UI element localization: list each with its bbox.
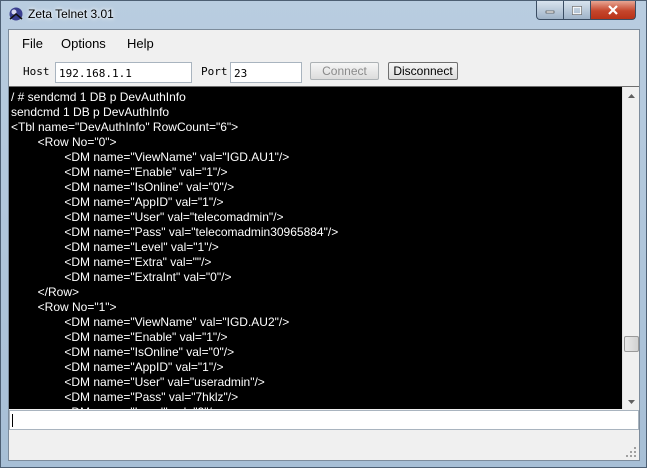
terminal-line: <DM name="Level" val="1"/> [11, 240, 219, 254]
terminal-line: </Row> [11, 285, 80, 299]
host-label: Host [23, 65, 50, 78]
menu-options[interactable]: Options [61, 36, 106, 51]
vertical-scrollbar[interactable] [622, 87, 639, 409]
resize-grip-icon[interactable] [625, 446, 637, 458]
terminal-lines: / # sendcmd 1 DB p DevAuthInfo sendcmd 1 … [11, 90, 621, 409]
disconnect-button[interactable]: Disconnect [388, 62, 458, 80]
scroll-up-button[interactable] [623, 87, 639, 104]
minimize-button[interactable] [536, 1, 564, 20]
text-caret [12, 414, 13, 427]
terminal-line: <DM name="Pass" val="7hklz"/> [11, 390, 239, 404]
terminal-line: <DM name="IsOnline" val="0"/> [11, 345, 235, 359]
menu-help[interactable]: Help [127, 36, 154, 51]
window-title: Zeta Telnet 3.01 [28, 7, 114, 21]
close-icon [608, 5, 618, 15]
terminal-line: <Row No="0"> [11, 135, 117, 149]
close-button[interactable] [590, 1, 636, 20]
port-label: Port [201, 65, 228, 78]
status-bar [9, 432, 639, 460]
terminal-line: <DM name="Enable" val="1"/> [11, 330, 228, 344]
terminal-line: / # sendcmd 1 DB p DevAuthInfo [11, 90, 186, 104]
terminal-line: <DM name="ViewName" val="IGD.AU1"/> [11, 150, 290, 164]
scroll-down-button[interactable] [623, 393, 639, 409]
connect-button[interactable]: Connect [310, 62, 379, 80]
terminal-line: <DM name="IsOnline" val="0"/> [11, 180, 235, 194]
terminal-line: <DM name="User" val="telecomadmin"/> [11, 210, 284, 224]
minimize-icon [545, 10, 555, 14]
arrow-down-icon [628, 399, 635, 404]
terminal-line: <Row No="1"> [11, 300, 117, 314]
terminal-line: <DM name="Pass" val="telecomadmin3096588… [11, 225, 339, 239]
title-bar[interactable]: Zeta Telnet 3.01 [1, 1, 646, 27]
terminal-output[interactable]: / # sendcmd 1 DB p DevAuthInfo sendcmd 1 … [9, 86, 639, 409]
terminal-line: <DM name="Extra" val=""/> [11, 255, 212, 269]
terminal-line: <DM name="Level" val="2"/> [11, 405, 621, 409]
terminal-line: <DM name="ViewName" val="IGD.AU2"/> [11, 315, 290, 329]
terminal-line: <DM name="AppID" val="1"/> [11, 360, 224, 374]
terminal-line: <Tbl name="DevAuthInfo" RowCount="6"> [11, 120, 239, 134]
host-input[interactable]: 192.168.1.1 [55, 62, 192, 83]
terminal-line: sendcmd 1 DB p DevAuthInfo [11, 105, 170, 119]
terminal-line: <DM name="AppID" val="1"/> [11, 195, 224, 209]
app-window: Zeta Telnet 3.01 File Options Help Host … [0, 0, 647, 468]
terminal-line: <DM name="Enable" val="1"/> [11, 165, 228, 179]
port-input[interactable]: 23 [230, 62, 302, 83]
command-input[interactable] [9, 410, 639, 430]
menu-file[interactable]: File [22, 36, 43, 51]
telnet-app-icon [9, 7, 23, 21]
terminal-line: <DM name="ExtraInt" val="0"/> [11, 270, 232, 284]
terminal-line: <DM name="User" val="useradmin"/> [11, 375, 265, 389]
client-area: File Options Help Host 192.168.1.1 Port … [8, 29, 640, 461]
menu-bar: File Options Help [9, 30, 639, 56]
arrow-up-icon [628, 93, 635, 98]
connection-toolbar: Host 192.168.1.1 Port 23 Connect Disconn… [9, 56, 639, 86]
maximize-button[interactable] [563, 1, 591, 20]
scroll-thumb[interactable] [624, 336, 639, 352]
maximize-icon [572, 5, 582, 15]
